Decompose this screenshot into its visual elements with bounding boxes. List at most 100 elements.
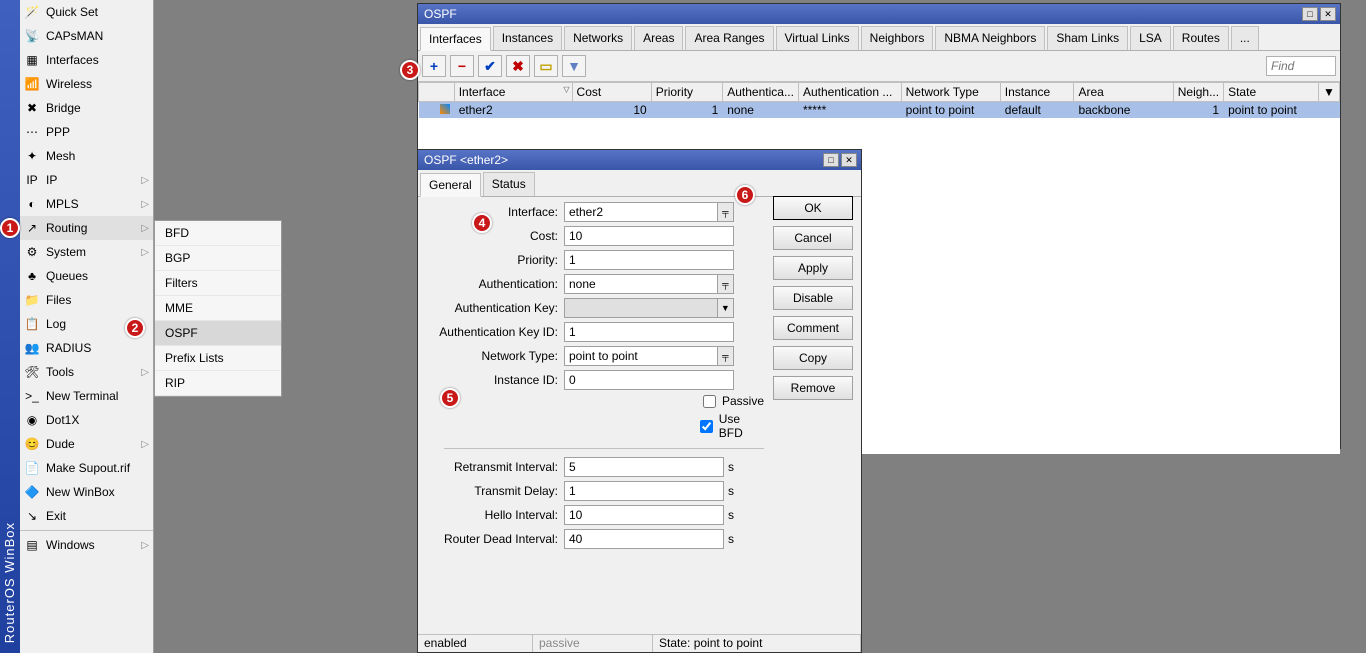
submenu-item-bgp[interactable]: BGP [155,246,281,271]
enable-button[interactable]: ✔ [478,55,502,77]
column-picker-icon[interactable]: ▼ [1319,83,1340,102]
tab-neighbors[interactable]: Neighbors [861,26,934,50]
maximize-button[interactable]: □ [1302,7,1318,21]
menu-icon: ✦ [24,148,40,164]
priority-input[interactable] [564,250,734,270]
txdelay-input[interactable] [564,481,724,501]
ospf-title-bar[interactable]: OSPF □ ✕ [418,4,1340,24]
authkey-expand-icon[interactable]: ▼ [718,298,734,318]
interface-dropdown-icon[interactable]: ╤ [718,202,734,222]
column-header[interactable]: Priority [651,83,723,102]
tab-nbma-neighbors[interactable]: NBMA Neighbors [935,26,1045,50]
menu-item-new-terminal[interactable]: >_New Terminal [20,384,153,408]
apply-button[interactable]: Apply [773,256,853,280]
tab-interfaces[interactable]: Interfaces [420,27,491,51]
submenu-item-ospf[interactable]: OSPF [155,321,281,346]
menu-item-dot1x[interactable]: ◉Dot1X [20,408,153,432]
menu-item-mpls[interactable]: ◐MPLS▷ [20,192,153,216]
column-header[interactable] [419,83,455,102]
auth-dropdown-icon[interactable]: ╤ [718,274,734,294]
menu-label: CAPsMAN [46,29,103,43]
tab-areas[interactable]: Areas [634,26,683,50]
comment-button[interactable]: Comment [773,316,853,340]
menu-item-mesh[interactable]: ✦Mesh [20,144,153,168]
column-header[interactable]: Area [1074,83,1173,102]
dialog-tab-status[interactable]: Status [483,172,535,196]
column-header[interactable]: Cost [572,83,651,102]
menu-item-bridge[interactable]: ✖Bridge [20,96,153,120]
tab-lsa[interactable]: LSA [1130,26,1171,50]
cancel-button[interactable]: Cancel [773,226,853,250]
tab--[interactable]: ... [1231,26,1259,50]
menu-item-radius[interactable]: 👥RADIUS [20,336,153,360]
usebfd-label: Use BFD [719,412,764,440]
tab-routes[interactable]: Routes [1173,26,1229,50]
menu-item-ip[interactable]: IPIP▷ [20,168,153,192]
dialog-tab-general[interactable]: General [420,173,481,197]
menu-item-capsman[interactable]: 📡CAPsMAN [20,24,153,48]
authkeyid-input[interactable] [564,322,734,342]
submenu-item-bfd[interactable]: BFD [155,221,281,246]
submenu-item-rip[interactable]: RIP [155,371,281,396]
menu-item-queues[interactable]: ♣Queues [20,264,153,288]
menu-item-dude[interactable]: 😊Dude▷ [20,432,153,456]
dialog-maximize-button[interactable]: □ [823,153,839,167]
remove-button[interactable]: Remove [773,376,853,400]
column-header[interactable]: Authentication ... [798,83,901,102]
menu-item-wireless[interactable]: 📶Wireless [20,72,153,96]
usebfd-checkbox[interactable] [700,420,713,433]
menu-item-quick-set[interactable]: 🪄Quick Set [20,0,153,24]
menu-item-windows[interactable]: ▤Windows▷ [20,533,153,557]
menu-icon: 😊 [24,436,40,452]
menu-item-system[interactable]: ⚙System▷ [20,240,153,264]
passive-checkbox[interactable] [703,395,716,408]
find-input[interactable] [1266,56,1336,76]
retransmit-input[interactable] [564,457,724,477]
ntype-dropdown-icon[interactable]: ╤ [718,346,734,366]
filter-button[interactable]: ▼ [562,55,586,77]
disable-button[interactable]: ✖ [506,55,530,77]
authkey-input[interactable] [564,298,718,318]
authentication-input[interactable] [564,274,718,294]
table-cell: ether2 [454,102,572,119]
column-header[interactable]: State [1224,83,1319,102]
hello-input[interactable] [564,505,724,525]
menu-item-routing[interactable]: ↗Routing▷ [20,216,153,240]
dialog-title-bar[interactable]: OSPF <ether2> □ ✕ [418,150,861,170]
comment-button[interactable]: ▭ [534,55,558,77]
tab-area-ranges[interactable]: Area Ranges [685,26,773,50]
menu-item-exit[interactable]: ↘Exit [20,504,153,528]
column-header[interactable]: Neigh... [1173,83,1223,102]
cost-input[interactable] [564,226,734,246]
submenu-item-prefix-lists[interactable]: Prefix Lists [155,346,281,371]
remove-button[interactable]: − [450,55,474,77]
dialog-close-button[interactable]: ✕ [841,153,857,167]
copy-button[interactable]: Copy [773,346,853,370]
tab-sham-links[interactable]: Sham Links [1047,26,1128,50]
tab-networks[interactable]: Networks [564,26,632,50]
menu-item-make-supout-rif[interactable]: 📄Make Supout.rif [20,456,153,480]
column-header[interactable]: Interface▽ [454,83,572,102]
menu-item-tools[interactable]: 🛠Tools▷ [20,360,153,384]
add-button[interactable]: + [422,55,446,77]
retransmit-label: Retransmit Interval: [424,460,564,474]
ok-button[interactable]: OK [773,196,853,220]
disable-button[interactable]: Disable [773,286,853,310]
close-button[interactable]: ✕ [1320,7,1336,21]
submenu-item-filters[interactable]: Filters [155,271,281,296]
column-header[interactable]: Instance [1000,83,1074,102]
submenu-item-mme[interactable]: MME [155,296,281,321]
column-header[interactable]: Network Type [901,83,1000,102]
networktype-input[interactable] [564,346,718,366]
menu-item-files[interactable]: 📁Files [20,288,153,312]
interface-input[interactable] [564,202,718,222]
dead-input[interactable] [564,529,724,549]
column-header[interactable]: Authentica... [723,83,799,102]
menu-item-ppp[interactable]: ⋯PPP [20,120,153,144]
instanceid-input[interactable] [564,370,734,390]
tab-instances[interactable]: Instances [493,26,562,50]
table-row[interactable]: ether2101none*****point to pointdefaultb… [419,102,1340,119]
menu-item-new-winbox[interactable]: 🔷New WinBox [20,480,153,504]
menu-item-interfaces[interactable]: ▦Interfaces [20,48,153,72]
tab-virtual-links[interactable]: Virtual Links [776,26,859,50]
